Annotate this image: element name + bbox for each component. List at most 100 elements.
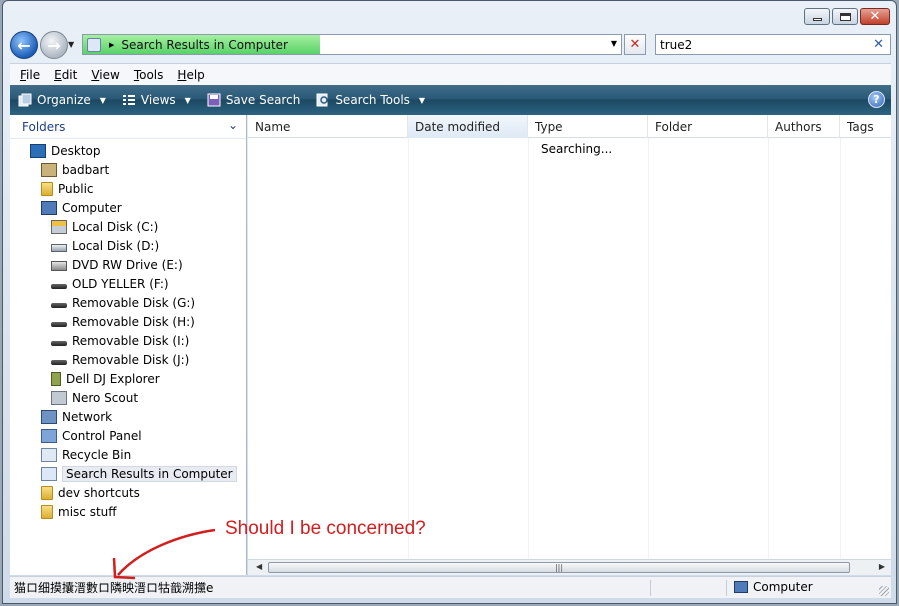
- search-box[interactable]: ✕: [655, 34, 891, 55]
- tree-item-dev-shortcuts[interactable]: dev shortcuts: [10, 483, 246, 502]
- nero-scout-icon: [51, 390, 67, 405]
- tree-item-control-panel[interactable]: Control Panel: [10, 426, 246, 445]
- tree-item-label: Recycle Bin: [62, 447, 132, 462]
- back-button[interactable]: ←: [10, 31, 38, 59]
- tree-item-nero-scout[interactable]: Nero Scout: [10, 388, 246, 407]
- save-search-button[interactable]: Save Search: [207, 93, 300, 107]
- computer-icon: [41, 200, 57, 215]
- tree-item-removable-disk-h[interactable]: Removable Disk (H:): [10, 312, 246, 331]
- minimize-icon: [812, 18, 822, 21]
- tree-item-dvd-rw-drive[interactable]: DVD RW Drive (E:): [10, 255, 246, 274]
- control-panel-icon: [41, 428, 57, 443]
- annotation-text: Should I be concerned?: [225, 518, 426, 539]
- column-tags[interactable]: Tags: [840, 115, 891, 138]
- address-dropdown-icon[interactable]: ▼: [611, 39, 617, 48]
- search-tools-label: Search Tools: [335, 93, 410, 107]
- tree-item-label: Nero Scout: [72, 390, 139, 405]
- column-authors[interactable]: Authors: [768, 115, 840, 138]
- menu-edit[interactable]: Edit: [54, 68, 77, 82]
- tree-item-dell-dj-explorer[interactable]: Dell DJ Explorer: [10, 369, 246, 388]
- help-button[interactable]: ?: [868, 91, 885, 108]
- searching-status: Searching...: [541, 142, 613, 156]
- dvd-drive-icon: [51, 261, 67, 271]
- breadcrumb-arrow-icon[interactable]: ▶: [109, 41, 114, 49]
- tree-item-label: Removable Disk (I:): [72, 333, 190, 348]
- tree-item-label: Desktop: [51, 143, 101, 158]
- folder-icon: [41, 181, 53, 196]
- command-bar: Organize ▼ Views ▼ Save Search Search To…: [10, 85, 891, 115]
- search-tools-button[interactable]: Search Tools ▼: [316, 93, 425, 107]
- column-header-row: Name Date modified Type Folder Authors T…: [248, 115, 891, 138]
- organize-icon: [18, 93, 32, 107]
- column-date-modified[interactable]: Date modified: [408, 115, 528, 138]
- caption-buttons: ✕: [804, 8, 890, 25]
- tree-item-old-yeller[interactable]: OLD YELLER (F:): [10, 274, 246, 293]
- removable-drive-icon: [51, 322, 67, 327]
- tree-item-local-disk-c[interactable]: Local Disk (C:): [10, 217, 246, 236]
- forward-button[interactable]: →: [40, 31, 68, 59]
- scrollbar-thumb[interactable]: |||: [268, 562, 850, 573]
- tree-item-removable-disk-i[interactable]: Removable Disk (I:): [10, 331, 246, 350]
- menu-file[interactable]: File: [20, 68, 40, 82]
- minimize-button[interactable]: [804, 8, 830, 25]
- tree-item-computer[interactable]: Computer: [10, 198, 246, 217]
- tree-item-label: Public: [58, 181, 94, 196]
- maximize-icon: [839, 12, 851, 21]
- folders-header[interactable]: Folders ⌄: [10, 115, 246, 139]
- column-name[interactable]: Name: [248, 115, 408, 138]
- column-divider: [648, 138, 649, 559]
- close-icon: ✕: [869, 9, 881, 24]
- column-folder[interactable]: Folder: [648, 115, 768, 138]
- scroll-left-icon[interactable]: ◀: [256, 562, 262, 571]
- horizontal-scrollbar[interactable]: ◀ ||| ▶: [248, 559, 891, 575]
- tree-item-public[interactable]: Public: [10, 179, 246, 198]
- column-divider: [840, 138, 841, 559]
- recent-pages-dropdown[interactable]: ▼: [68, 40, 74, 49]
- tree-item-removable-disk-j[interactable]: Removable Disk (J:): [10, 350, 246, 369]
- search-tools-icon: [316, 93, 329, 107]
- clear-search-icon[interactable]: ✕: [873, 37, 884, 52]
- maximize-button[interactable]: [832, 8, 858, 25]
- tree-item-search-results[interactable]: Search Results in Computer: [10, 464, 246, 483]
- tree-item-label: Local Disk (C:): [72, 219, 159, 234]
- menu-help[interactable]: Help: [177, 68, 204, 82]
- column-type[interactable]: Type: [528, 115, 648, 138]
- chevron-down-icon: ▼: [184, 95, 191, 105]
- folders-pane: Folders ⌄ Desktop badbart Public Compute…: [10, 115, 247, 575]
- address-bar[interactable]: ▶ Search Results in Computer ▼: [82, 34, 622, 55]
- tree-item-misc-stuff[interactable]: misc stuff: [10, 502, 246, 521]
- search-folder-icon: [41, 466, 57, 481]
- tree-item-local-disk-d[interactable]: Local Disk (D:): [10, 236, 246, 255]
- menu-tools[interactable]: Tools: [134, 68, 164, 82]
- search-input[interactable]: [660, 37, 860, 52]
- organize-button[interactable]: Organize ▼: [18, 93, 106, 107]
- chevron-down-icon[interactable]: ⌄: [228, 118, 238, 132]
- tree-item-desktop[interactable]: Desktop: [10, 141, 246, 160]
- grip-icon: |||: [554, 563, 564, 572]
- views-label: Views: [140, 93, 176, 107]
- tree-item-label: Computer: [62, 200, 122, 215]
- status-divider: [726, 580, 727, 596]
- tree-item-label: badbart: [62, 162, 110, 177]
- scroll-right-icon[interactable]: ▶: [879, 562, 885, 571]
- media-player-icon: [51, 371, 61, 386]
- chevron-down-icon: ▼: [99, 95, 106, 105]
- status-location: Computer: [734, 580, 813, 594]
- views-button[interactable]: Views ▼: [122, 93, 191, 107]
- chevron-down-icon: ▼: [418, 95, 426, 105]
- resize-grip-icon[interactable]: [879, 586, 889, 596]
- close-button[interactable]: ✕: [860, 8, 890, 25]
- tree-item-badbart[interactable]: badbart: [10, 160, 246, 179]
- tree-item-label: OLD YELLER (F:): [72, 276, 169, 291]
- folder-tree: Desktop badbart Public Computer Local Di…: [10, 139, 246, 521]
- views-icon: [122, 95, 135, 105]
- recycle-bin-icon: [41, 447, 57, 462]
- tree-item-recycle-bin[interactable]: Recycle Bin: [10, 445, 246, 464]
- removable-drive-icon: [51, 284, 67, 289]
- stop-search-button[interactable]: ✕: [624, 34, 646, 55]
- column-divider: [408, 138, 409, 559]
- menu-view[interactable]: View: [91, 68, 119, 82]
- tree-item-removable-disk-g[interactable]: Removable Disk (G:): [10, 293, 246, 312]
- folders-title: Folders: [22, 119, 66, 134]
- tree-item-network[interactable]: Network: [10, 407, 246, 426]
